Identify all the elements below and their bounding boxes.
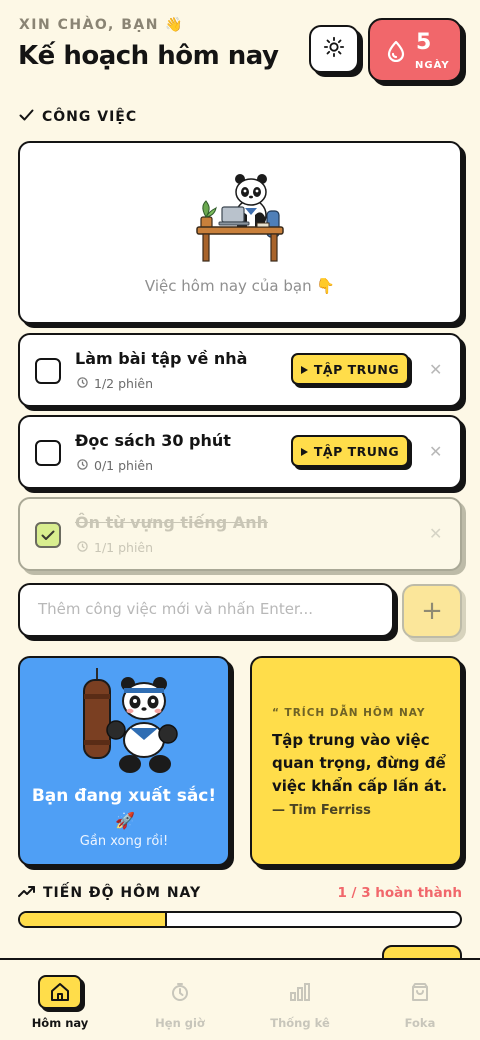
streak-count: 5 [416,30,432,55]
panda-boxing-illustration [72,668,182,784]
tasks-section-label: CÔNG VIỆC [42,109,138,125]
task-name: Ôn từ vựng tiếng Anh [75,513,268,532]
task-sessions-text: 1/2 phiên [94,376,154,391]
nav-item-timer[interactable]: Hẹn giờ [120,960,240,1040]
rocket-icon: 🚀 [115,811,135,830]
sun-icon [323,36,345,62]
nav-item-label: Foka [404,1016,436,1030]
task-checkbox[interactable] [35,440,61,466]
progress-bar-fill [20,913,167,926]
motivation-subtext: Gần xong rồi! [79,834,169,849]
bag-icon [400,975,440,1009]
quote-author: — Tim Ferriss [272,803,371,818]
drop-icon [386,40,406,66]
bottom-nav: Hôm nay Hẹn giờ Thống kê Foka [0,958,480,1040]
task-sessions-text: 1/1 phiên [94,540,154,555]
nav-item-today[interactable]: Hôm nay [0,960,120,1040]
streak-badge[interactable]: 5 NGÀY [368,18,462,82]
task-item-completed: Ôn từ vựng tiếng Anh 1/1 phiên ✕ [18,497,462,571]
progress-summary: 1 / 3 hoàn thành [337,885,462,901]
check-icon [19,109,34,125]
task-item: Làm bài tập về nhà 1/2 phiên TẬP TRUNG ✕ [18,333,462,407]
nav-item-stats[interactable]: Thống kê [240,960,360,1040]
clock-icon [77,540,88,555]
nav-item-foka[interactable]: Foka [360,960,480,1040]
focus-button[interactable]: TẬP TRUNG [291,435,409,467]
hero-caption: Việc hôm nay của bạn 👇 [144,277,336,295]
close-icon[interactable]: ✕ [429,360,442,379]
task-name: Đọc sách 30 phút [75,431,231,450]
streak-unit: NGÀY [415,60,450,71]
tasks-section-header: CÔNG VIỆC [19,109,137,125]
theme-toggle-button[interactable] [309,25,359,73]
play-icon [300,444,308,459]
home-icon [38,975,82,1009]
panda-desk-illustration [195,173,289,267]
daily-quote-card: “ TRÍCH DẪN HÔM NAY Tập trung vào việc q… [250,656,462,866]
nav-item-label: Hẹn giờ [155,1016,205,1030]
task-name: Làm bài tập về nhà [75,349,248,368]
clock-icon [77,458,88,473]
quote-label: “ TRÍCH DẪN HÔM NAY [272,707,426,719]
nav-item-label: Hôm nay [31,1016,89,1030]
progress-section-header: TIẾN ĐỘ HÔM NAY [18,885,201,901]
task-item: Đọc sách 30 phút 0/1 phiên TẬP TRUNG ✕ [18,415,462,489]
timer-icon [160,975,200,1009]
task-checkbox[interactable] [35,358,61,384]
chart-icon [280,975,320,1009]
close-icon[interactable]: ✕ [429,442,442,461]
quote-text: Tập trung vào việc quan trọng, đừng để v… [272,731,448,795]
page-title: Kế hoạch hôm nay [18,41,279,71]
nav-item-label: Thống kê [270,1016,330,1030]
new-task-input[interactable]: Thêm công việc mới và nhấn Enter... [18,583,394,637]
motivation-headline: Bạn đang xuất sắc! [31,786,217,806]
focus-button-label: TẬP TRUNG [313,443,400,459]
task-checkbox-checked[interactable] [35,522,61,548]
task-sessions: 1/1 phiên [77,540,153,555]
motivation-card: Bạn đang xuất sắc! 🚀 Gần xong rồi! [18,656,230,866]
play-icon [300,362,308,377]
progress-label: TIẾN ĐỘ HÔM NAY [43,885,202,901]
focus-button[interactable]: TẬP TRUNG [291,353,409,385]
tasks-hero-card: Việc hôm nay của bạn 👇 [18,141,462,324]
add-task-button[interactable]: + [402,584,462,638]
progress-bar [18,911,462,928]
greeting-text: XIN CHÀO, BẠN 👋 [19,17,185,33]
clock-icon [77,376,88,391]
close-icon[interactable]: ✕ [429,524,442,543]
task-sessions: 0/1 phiên [77,458,153,473]
focus-button-label: TẬP TRUNG [313,361,400,377]
trend-up-icon [18,885,35,901]
task-sessions-text: 0/1 phiên [94,458,154,473]
task-sessions: 1/2 phiên [77,376,153,391]
